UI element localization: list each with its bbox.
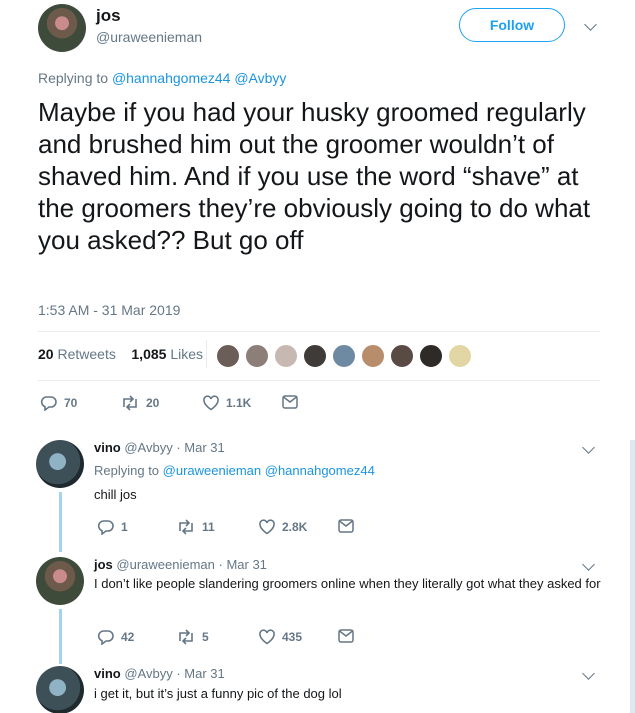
- author-handle[interactable]: @uraweenieman: [96, 29, 202, 45]
- avatar[interactable]: [36, 440, 84, 488]
- liker-avatar[interactable]: [419, 344, 443, 368]
- reply-handle-date[interactable]: @uraweenieman · Mar 31: [116, 557, 266, 572]
- retweet-icon: [179, 629, 193, 645]
- retweet-count: 11: [202, 520, 215, 534]
- like-count: 1.1K: [226, 396, 252, 410]
- avatar[interactable]: [38, 4, 86, 52]
- reply-icon: [40, 396, 57, 411]
- reply-count: 1: [121, 520, 128, 534]
- author-name[interactable]: jos: [96, 6, 121, 26]
- reply-header: vino @Avbyy · Mar 31: [94, 666, 225, 681]
- retweet-count: 20: [146, 396, 160, 410]
- liker-avatar[interactable]: [332, 344, 356, 368]
- divider: [38, 331, 600, 332]
- retweet-button[interactable]: 20: [120, 395, 159, 411]
- chevron-down-icon[interactable]: [582, 667, 595, 680]
- stats-separator: [206, 340, 207, 368]
- retweet-button[interactable]: 11: [176, 519, 215, 535]
- replying-users-link[interactable]: @hannahgomez44 @Avbyy: [112, 70, 287, 86]
- replying-prefix: Replying to: [94, 463, 160, 478]
- liker-avatar[interactable]: [274, 344, 298, 368]
- reply-button[interactable]: 70: [40, 395, 77, 411]
- liker-avatar[interactable]: [216, 344, 240, 368]
- tweet-stats: 20 Retweets 1,085 Likes: [38, 346, 203, 362]
- replying-prefix: Replying to: [38, 70, 109, 86]
- reply-icon: [97, 630, 114, 645]
- like-button[interactable]: 1.1K: [202, 395, 251, 411]
- reply-author-name[interactable]: vino: [94, 666, 121, 681]
- avatar[interactable]: [36, 557, 84, 605]
- liker-avatar[interactable]: [245, 344, 269, 368]
- mail-icon: [338, 519, 354, 533]
- replying-to: Replying to @uraweenieman @hannahgomez44: [94, 463, 375, 478]
- reply-button[interactable]: 42: [97, 629, 134, 645]
- replying-to: Replying to @hannahgomez44 @Avbyy: [38, 70, 286, 86]
- likes-label[interactable]: Likes: [170, 346, 203, 362]
- like-count: 435: [282, 630, 303, 644]
- tweet-text: Maybe if you had your husky groomed regu…: [38, 97, 591, 255]
- follow-button[interactable]: Follow: [459, 8, 565, 42]
- likes-count[interactable]: 1,085: [131, 346, 166, 362]
- reply-button[interactable]: 1: [97, 519, 128, 535]
- reply-author-name[interactable]: jos: [94, 557, 113, 572]
- heart-icon: [259, 519, 275, 535]
- replying-users-link[interactable]: @uraweenieman @hannahgomez44: [163, 463, 375, 478]
- chevron-down-icon[interactable]: [582, 558, 595, 571]
- direct-message-button[interactable]: [338, 629, 354, 643]
- chevron-down-icon[interactable]: [584, 18, 597, 31]
- tweet-timestamp[interactable]: 1:53 AM - 31 Mar 2019: [38, 302, 180, 318]
- reply-text: I don’t like people slandering groomers …: [94, 576, 601, 591]
- mail-icon: [338, 629, 354, 643]
- reply-text: i get it, but it’s just a funny pic of t…: [94, 686, 342, 701]
- reply-header: vino @Avbyy · Mar 31: [94, 440, 225, 455]
- chevron-down-icon[interactable]: [582, 441, 595, 454]
- tweet-header: jos @uraweenieman Follow: [0, 0, 635, 60]
- divider: [38, 380, 600, 381]
- reply-author-name[interactable]: vino: [94, 440, 121, 455]
- retweet-button[interactable]: 5: [176, 629, 209, 645]
- reply-icon: [97, 520, 114, 535]
- retweet-icon: [123, 395, 137, 411]
- heart-icon: [259, 629, 275, 645]
- retweets-label[interactable]: Retweets: [57, 346, 115, 362]
- reply-handle-date[interactable]: @Avbyy · Mar 31: [124, 440, 224, 455]
- liker-avatar[interactable]: [303, 344, 327, 368]
- reply-handle-date[interactable]: @Avbyy · Mar 31: [124, 666, 224, 681]
- retweet-icon: [179, 519, 193, 535]
- like-button[interactable]: 435: [258, 629, 302, 645]
- retweets-count[interactable]: 20: [38, 346, 54, 362]
- heart-icon: [203, 395, 219, 411]
- liker-avatar[interactable]: [390, 344, 414, 368]
- reply-count: 42: [121, 630, 135, 644]
- reply-header: jos @uraweenieman · Mar 31: [94, 557, 267, 572]
- mail-icon: [282, 395, 298, 409]
- liker-avatar[interactable]: [361, 344, 385, 368]
- like-button[interactable]: 2.8K: [258, 519, 307, 535]
- retweet-count: 5: [202, 630, 209, 644]
- direct-message-button[interactable]: [338, 519, 354, 533]
- avatar[interactable]: [36, 666, 84, 713]
- direct-message-button[interactable]: [282, 395, 298, 409]
- reply-count: 70: [64, 396, 78, 410]
- thread-line: [59, 609, 62, 664]
- like-count: 2.8K: [282, 520, 308, 534]
- scrollbar[interactable]: [630, 440, 635, 713]
- reply-text: chill jos: [94, 487, 137, 502]
- thread-line: [59, 492, 62, 552]
- liker-avatar[interactable]: [448, 344, 472, 368]
